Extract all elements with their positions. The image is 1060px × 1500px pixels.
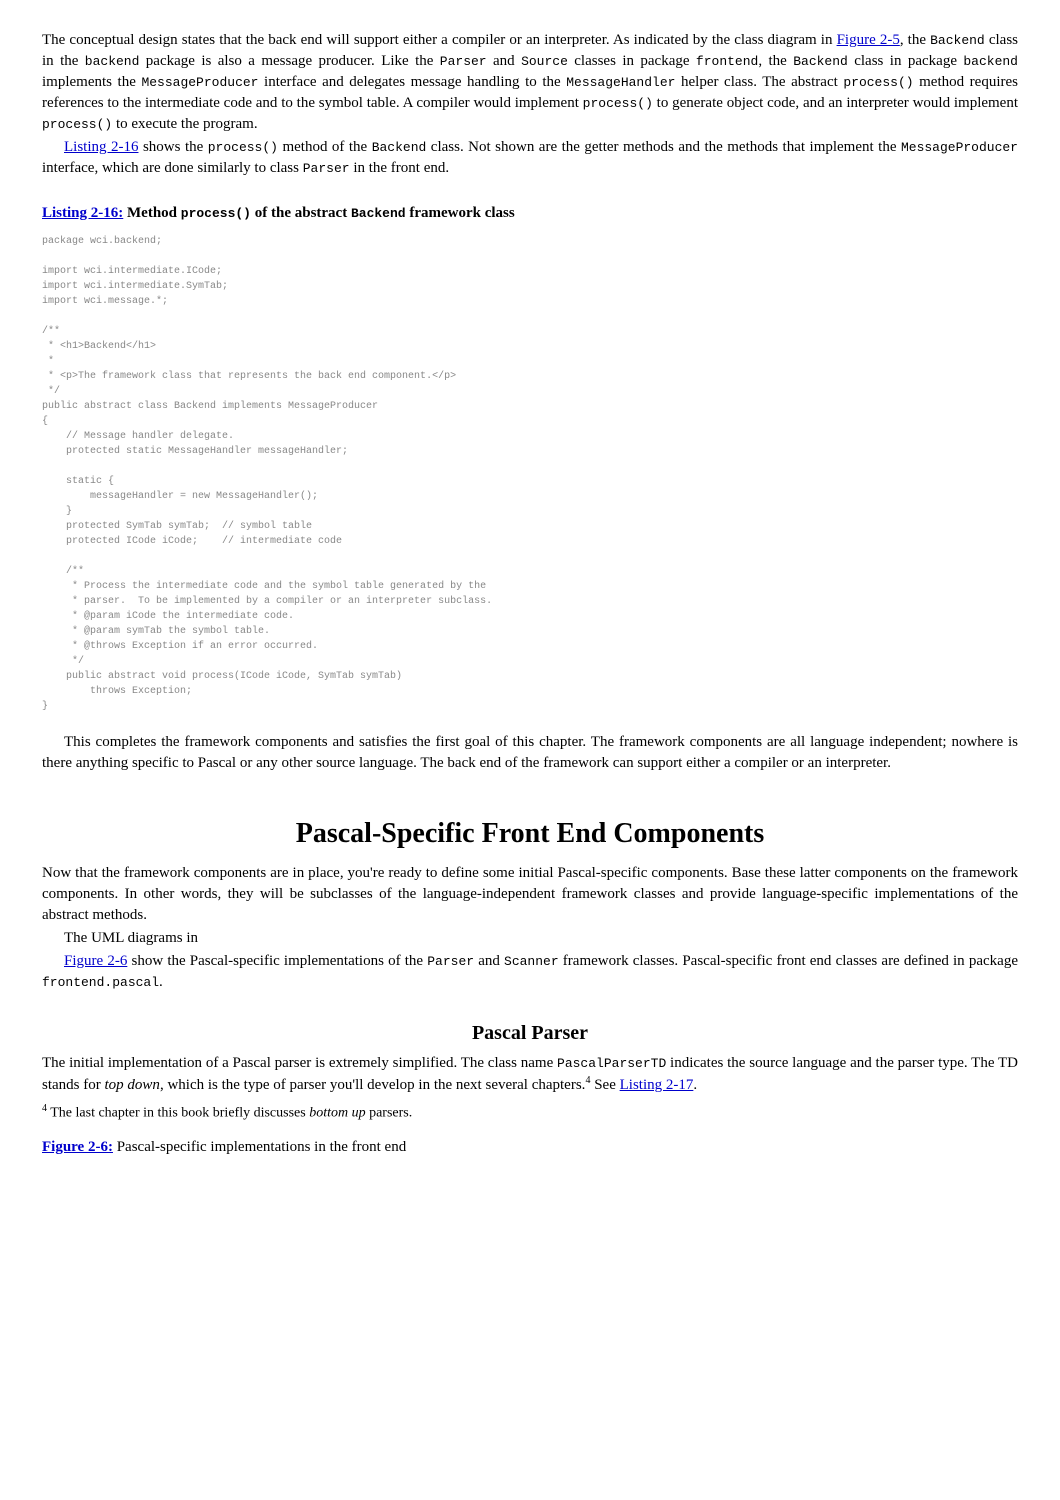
text: and (487, 53, 521, 69)
paragraph-figure-2-6-ref: Figure 2-6 show the Pascal-specific impl… (42, 951, 1018, 993)
link-listing-2-16-anchor[interactable]: Listing 2-16: (42, 205, 123, 221)
text: method of the (278, 139, 372, 155)
text: shows the (138, 139, 207, 155)
subsection-pascal-parser: Pascal Parser (42, 1019, 1018, 1047)
code-backend-pkg: backend (85, 54, 140, 69)
code-frontend-pascal: frontend.pascal (42, 975, 159, 990)
code-messageproducer: MessageProducer (901, 140, 1018, 155)
text: class in package (848, 53, 964, 69)
text: See (590, 1077, 619, 1093)
text: implements the (42, 74, 141, 90)
code-backend-pkg2: backend (963, 54, 1018, 69)
link-listing-2-17[interactable]: Listing 2-17 (620, 1077, 694, 1093)
text: parsers. (366, 1106, 413, 1121)
text: of the abstract (251, 205, 351, 221)
text: . (159, 974, 163, 990)
code-parser: Parser (440, 54, 487, 69)
text: The last chapter in this book briefly di… (47, 1106, 309, 1121)
text: show the Pascal-specific implementations… (127, 953, 427, 969)
text: Method (123, 205, 181, 221)
text: package is also a message producer. Like… (139, 53, 439, 69)
code-backend2: Backend (793, 54, 848, 69)
code-process: process() (181, 206, 251, 221)
link-listing-2-16[interactable]: Listing 2-16 (64, 139, 138, 155)
code-parser: Parser (427, 954, 474, 969)
text: and (474, 953, 504, 969)
text: The initial implementation of a Pascal p… (42, 1055, 557, 1071)
code-messageproducer: MessageProducer (141, 75, 258, 90)
text: framework class (406, 205, 515, 221)
text: framework classes. Pascal-specific front… (559, 953, 1018, 969)
text: class. Not shown are the getter methods … (426, 139, 901, 155)
text: to generate object code, and an interpre… (653, 95, 1018, 111)
text: . (693, 1077, 697, 1093)
link-figure-2-6-anchor[interactable]: Figure 2-6: (42, 1139, 113, 1155)
paragraph-backend-design: The conceptual design states that the ba… (42, 30, 1018, 135)
code-backend: Backend (930, 33, 985, 48)
text: in the front end. (350, 160, 450, 176)
paragraph-listing-ref: Listing 2-16 shows the process() method … (42, 137, 1018, 179)
code-frontend: frontend (696, 54, 758, 69)
text: Pascal-specific implementations in the f… (113, 1139, 406, 1155)
text: , which is the type of parser you'll dev… (160, 1077, 586, 1093)
text: to execute the program. (112, 116, 257, 132)
text: interface, which are done similarly to c… (42, 160, 303, 176)
code-listing-2-16: package wci.backend; import wci.intermed… (42, 234, 1018, 714)
em-bottom-up: bottom up (309, 1106, 365, 1121)
paragraph-pascal-parser: The initial implementation of a Pascal p… (42, 1053, 1018, 1096)
text: helper class. The abstract (675, 74, 843, 90)
text: interface and delegates message handling… (258, 74, 566, 90)
code-backend: Backend (351, 206, 406, 221)
link-figure-2-6[interactable]: Figure 2-6 (64, 953, 127, 969)
code-pascalparsertd: PascalParserTD (557, 1056, 666, 1071)
text: The conceptual design states that the ba… (42, 32, 837, 48)
section-pascal-frontend: Pascal-Specific Front End Components (42, 814, 1018, 853)
text: classes in package (568, 53, 696, 69)
figure-2-6-caption: Figure 2-6: Pascal-specific implementati… (42, 1137, 1018, 1158)
link-figure-2-5[interactable]: Figure 2-5 (837, 32, 900, 48)
code-process: process() (843, 75, 913, 90)
paragraph-completion: This completes the framework components … (42, 732, 1018, 774)
code-backend: Backend (372, 140, 427, 155)
code-process: process() (208, 140, 278, 155)
text: , the (900, 32, 930, 48)
paragraph-pascal-intro: Now that the framework components are in… (42, 863, 1018, 926)
code-source: Source (521, 54, 568, 69)
code-scanner: Scanner (504, 954, 559, 969)
footnote-4: 4 The last chapter in this book briefly … (42, 1102, 1018, 1123)
text: , the (758, 53, 793, 69)
code-process2: process() (583, 96, 653, 111)
code-process3: process() (42, 117, 112, 132)
listing-2-16-header: Listing 2-16: Method process() of the ab… (42, 203, 1018, 224)
code-messagehandler: MessageHandler (566, 75, 675, 90)
paragraph-uml-lead: The UML diagrams in (42, 928, 1018, 949)
code-parser: Parser (303, 161, 350, 176)
em-top-down: top down (105, 1077, 160, 1093)
